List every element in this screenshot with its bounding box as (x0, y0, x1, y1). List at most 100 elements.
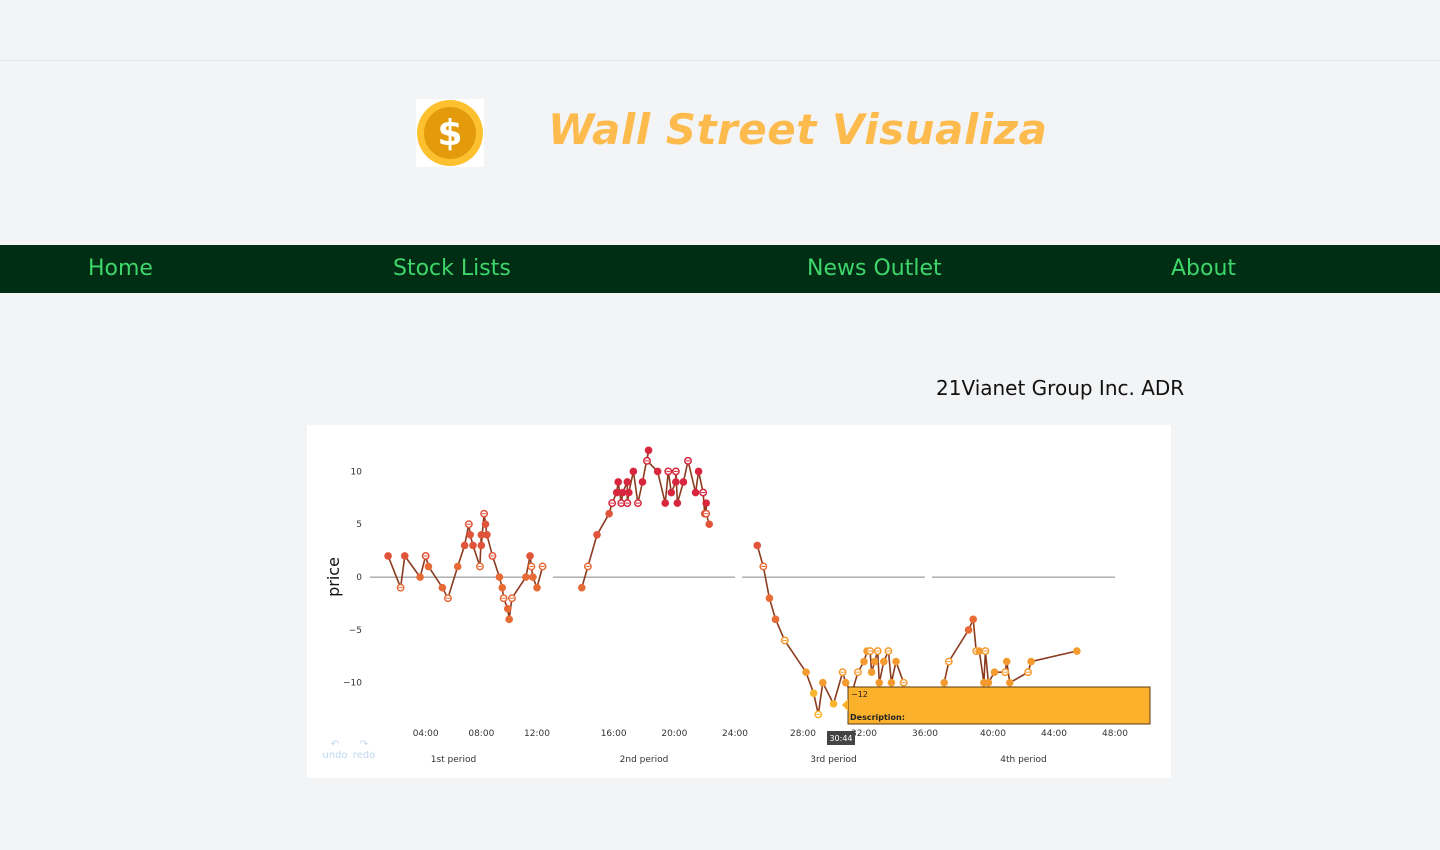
data-point (638, 478, 647, 486)
data-point (771, 615, 780, 624)
y-tick-label: 0 (356, 573, 362, 583)
y-tick-label: 5 (356, 520, 362, 530)
coin-glyph: $ (437, 113, 462, 154)
data-point (481, 520, 490, 529)
data-point (400, 552, 409, 560)
nav-stock-lists[interactable]: Stock Lists (393, 245, 511, 293)
data-point (964, 626, 973, 634)
redo-icon: ↷ (359, 739, 369, 750)
hover-x-label: 30:44 (827, 731, 855, 745)
price-chart[interactable]: 10 5 0 −5 −10 04:00 08:00 12:00 1st period 16:00 2… (307, 425, 1171, 778)
data-point (614, 478, 623, 486)
tooltip-value: −12 (851, 690, 868, 699)
redo-button[interactable]: ↷ redo (350, 739, 378, 761)
data-point (605, 509, 613, 518)
data-point (466, 531, 474, 539)
data-point (384, 552, 392, 560)
x-tick-label: 20:00 (661, 729, 687, 739)
y-tick-label: 10 (351, 467, 363, 477)
undo-button[interactable]: ↶ undo (321, 739, 349, 761)
data-point (661, 499, 670, 507)
data-point (1073, 647, 1081, 655)
undo-icon: ↶ (330, 739, 340, 750)
data-point (753, 541, 762, 550)
data-point (694, 467, 703, 476)
data-point (829, 700, 838, 708)
period-label: 4th period (1000, 755, 1047, 765)
data-point (679, 478, 688, 486)
data-point (892, 657, 900, 666)
data-point (438, 583, 447, 592)
data-point (505, 615, 513, 624)
data-point (867, 668, 876, 676)
data-point (625, 488, 633, 497)
data-point (802, 668, 810, 676)
period-label: 3rd period (810, 755, 857, 765)
nav-about[interactable]: About (1171, 245, 1236, 293)
data-point (880, 657, 888, 666)
data-point (498, 583, 507, 592)
data-point (860, 657, 868, 666)
data-point (673, 499, 682, 507)
data-point (691, 488, 700, 497)
data-point (424, 562, 433, 571)
tooltip-description: Description: (850, 713, 905, 722)
data-point (416, 573, 424, 581)
data-point (1027, 657, 1035, 666)
data-point (529, 573, 537, 581)
data-point (503, 604, 512, 613)
data-point (623, 478, 632, 486)
svg-text:30:44: 30:44 (829, 734, 852, 743)
y-tick-label: −5 (349, 626, 362, 636)
y-tick-label: −10 (343, 679, 362, 689)
data-point (593, 531, 601, 539)
data-point (887, 678, 896, 687)
data-point (984, 678, 993, 687)
x-tick-label: 12:00 (524, 729, 550, 739)
series-line (581, 450, 710, 588)
data-point (875, 678, 884, 687)
data-point (969, 615, 977, 624)
series-line (943, 618, 1078, 686)
data-point (495, 573, 504, 581)
data-point (667, 488, 676, 497)
data-point (870, 657, 879, 666)
period-label: 1st period (431, 755, 476, 765)
x-tick-label: 28:00 (790, 729, 816, 739)
y-axis-label: price (324, 557, 343, 597)
data-point (819, 678, 827, 687)
top-divider (0, 60, 1440, 61)
data-point (765, 594, 774, 603)
data-point (526, 552, 534, 560)
chart-svg[interactable]: 10 5 0 −5 −10 04:00 08:00 12:00 1st period 16:00 2… (307, 425, 1171, 778)
data-point (578, 583, 586, 592)
data-point (702, 499, 710, 507)
data-point (705, 520, 714, 529)
hover-tooltip: −12 Description: (842, 686, 1151, 725)
data-point (940, 678, 948, 687)
data-point (522, 573, 530, 581)
data-point (990, 668, 999, 676)
data-point (483, 531, 491, 539)
x-tick-label: 44:00 (1041, 729, 1067, 739)
data-point (653, 467, 662, 476)
data-point (841, 678, 850, 687)
data-point (1005, 678, 1014, 687)
data-point (469, 541, 477, 550)
data-point (672, 478, 680, 486)
data-point (453, 562, 462, 571)
data-point (629, 467, 638, 476)
data-point (477, 541, 486, 550)
nav-news-outlet[interactable]: News Outlet (807, 245, 942, 293)
x-tick-label: 04:00 (413, 729, 439, 739)
x-tick-label: 36:00 (912, 729, 938, 739)
data-point (644, 446, 653, 455)
nav-home[interactable]: Home (88, 245, 153, 293)
data-point (1002, 657, 1011, 666)
dollar-coin-icon: $ (417, 100, 483, 166)
main-nav: Home Stock Lists News Outlet About (0, 245, 1440, 293)
x-tick-label: 08:00 (468, 729, 494, 739)
data-point (533, 583, 541, 592)
x-tick-label: 48:00 (1102, 729, 1128, 739)
logo: $ (416, 99, 484, 167)
